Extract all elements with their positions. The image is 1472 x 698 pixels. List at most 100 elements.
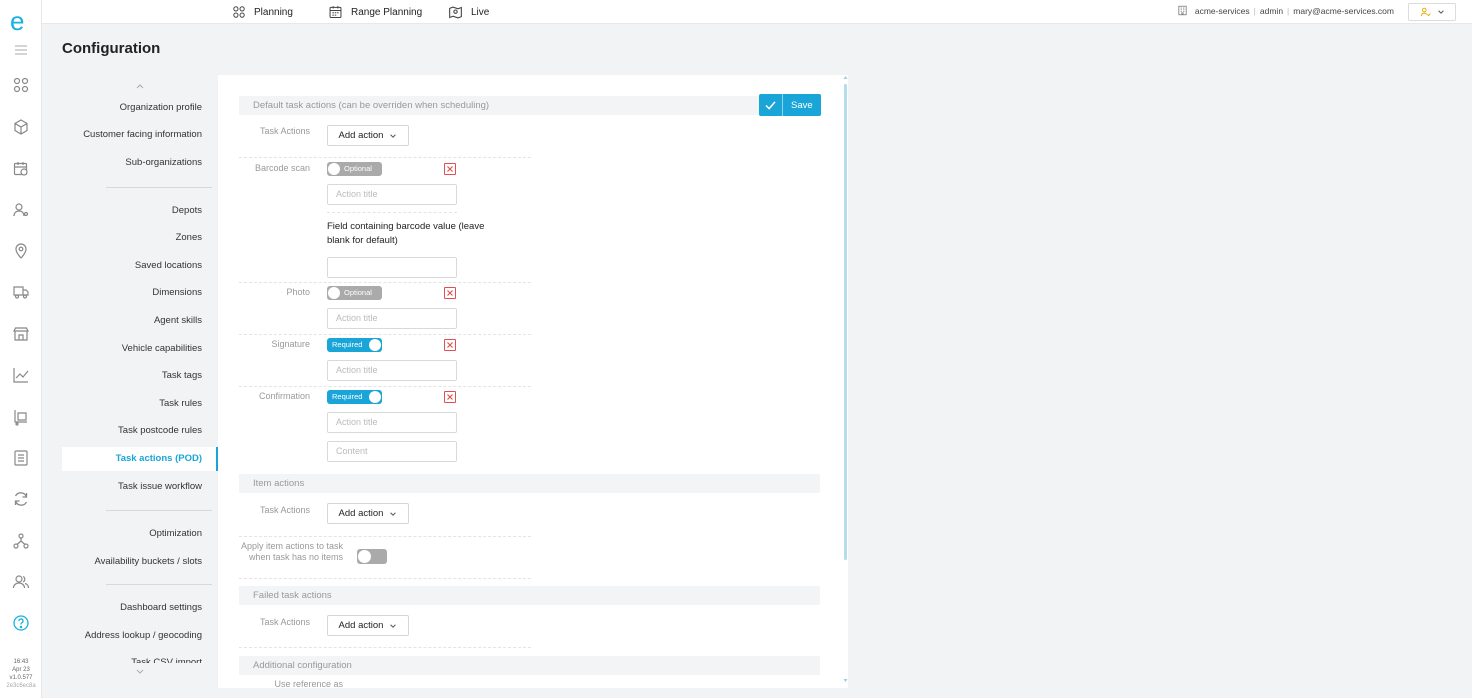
confirmation-content-input[interactable]: Content (327, 441, 457, 462)
toggle-knob (358, 550, 371, 563)
chevron-down-icon (1437, 10, 1444, 14)
nav-range-planning-label: Range Planning (351, 6, 423, 18)
store-icon[interactable] (12, 325, 30, 343)
chevron-down-icon (390, 511, 397, 516)
confirmation-required-toggle[interactable]: Required (327, 390, 382, 404)
user-menu-button[interactable] (1408, 3, 1456, 21)
network-hierarchy-icon[interactable] (12, 532, 30, 550)
remove-photo-button[interactable] (444, 287, 456, 299)
menu-item-task-tags[interactable]: Task tags (162, 370, 202, 381)
toggle-state-label: Required (332, 392, 363, 401)
help-icon[interactable] (12, 614, 30, 632)
scrollbar-thumb[interactable] (844, 84, 847, 560)
menu-item-address-lookup-geocoding[interactable]: Address lookup / geocoding (85, 630, 202, 641)
row-divider (239, 157, 531, 158)
nav-planning[interactable]: Planning (232, 0, 293, 24)
menu-item-zones[interactable]: Zones (176, 232, 202, 243)
menu-item-organization-profile[interactable]: Organization profile (120, 102, 202, 113)
sync-icon[interactable] (12, 490, 30, 508)
delivery-truck-icon[interactable] (12, 283, 30, 301)
nav-range-planning[interactable]: Range Planning (328, 0, 422, 24)
remove-confirmation-button[interactable] (444, 391, 456, 403)
toggle-state-label: Required (332, 340, 363, 349)
version-date: Apr 23 (12, 667, 30, 673)
menu-item-saved-locations[interactable]: Saved locations (135, 260, 202, 271)
failed-task-actions-label: Task Actions (259, 617, 310, 627)
chevron-up-icon[interactable] (135, 82, 145, 90)
menu-item-task-issue-workflow[interactable]: Task issue workflow (118, 481, 202, 492)
save-button[interactable]: Save (759, 94, 821, 116)
add-action-dropdown[interactable]: Add action (327, 125, 409, 146)
toggle-state-label: Optional (344, 288, 372, 297)
user-role: admin (1259, 5, 1284, 16)
apply-item-actions-toggle[interactable] (357, 549, 387, 564)
menu-item-task-postcode-rules[interactable]: Task postcode rules (118, 425, 202, 436)
remove-barcode-scan-button[interactable] (444, 163, 456, 175)
cart-icon[interactable] (12, 408, 30, 426)
location-pin-icon[interactable] (12, 242, 30, 260)
nav-live[interactable]: Live (448, 0, 489, 24)
chevron-down-icon (390, 133, 397, 138)
section-header-failed-task-actions: Failed task actions (239, 586, 820, 605)
scroll-up-arrow-icon[interactable] (843, 75, 848, 80)
toggle-knob (369, 339, 381, 351)
hamburger-menu-icon[interactable] (12, 41, 30, 59)
menu-item-availability-buckets-slots[interactable]: Availability buckets / slots (94, 556, 202, 567)
signature-required-toggle[interactable]: Required (327, 338, 382, 352)
panel-scrollbar[interactable] (843, 75, 848, 688)
section-header-additional-configuration: Additional configuration (239, 656, 820, 675)
failed-add-action-dropdown[interactable]: Add action (327, 615, 409, 636)
agents-route-icon[interactable] (12, 201, 30, 219)
app-logo[interactable]: e (10, 6, 24, 37)
barcode-field-input[interactable] (327, 257, 457, 278)
menu-item-optimization[interactable]: Optimization (149, 528, 202, 539)
menu-item-dimensions[interactable]: Dimensions (152, 287, 202, 298)
menu-item-task-actions-pod[interactable]: Task actions (POD) (116, 453, 202, 464)
package-icon[interactable] (12, 118, 30, 136)
add-action-label: Add action (338, 620, 384, 631)
task-actions-label: Task Actions (259, 126, 310, 136)
use-reference-label: Use reference as (274, 679, 343, 688)
menu-item-customer-facing-information[interactable]: Customer facing information (83, 129, 202, 140)
barcode-scan-optional-toggle[interactable]: Optional (327, 162, 382, 176)
confirmation-action-title-input[interactable]: Action title (327, 412, 457, 433)
signature-action-title-input[interactable]: Action title (327, 360, 457, 381)
menu-divider (106, 510, 212, 511)
photo-action-title-input[interactable]: Action title (327, 308, 457, 329)
scroll-down-arrow-icon[interactable] (843, 678, 848, 683)
calendar-icon (329, 6, 342, 18)
menu-item-sub-organizations[interactable]: Sub-organizations (125, 157, 202, 168)
user-email: mary@acme-services.com (1293, 5, 1394, 16)
app-rail: e 16:43 Apr 23 v1.0.577 2e3c6ec8a (0, 0, 42, 698)
photo-optional-toggle[interactable]: Optional (327, 286, 382, 300)
version-time: 16:43 (13, 659, 29, 665)
row-divider (327, 212, 457, 213)
barcode-scan-action-title-input[interactable]: Action title (327, 184, 457, 205)
user-switch-icon (1420, 7, 1431, 16)
menu-item-agent-skills[interactable]: Agent skills (154, 315, 202, 326)
menu-divider (106, 187, 212, 188)
users-icon[interactable] (12, 573, 30, 591)
menu-item-dashboard-settings[interactable]: Dashboard settings (120, 602, 202, 613)
chevron-down-icon[interactable] (135, 668, 145, 676)
menu-item-task-rules[interactable]: Task rules (159, 398, 202, 409)
schedule-calendar-icon[interactable] (12, 160, 30, 178)
user-org: acme-services (1194, 5, 1250, 16)
planning-icon[interactable] (12, 76, 30, 94)
menu-item-depots[interactable]: Depots (172, 205, 202, 216)
barcode-scan-label: Barcode scan (254, 163, 310, 173)
add-action-label: Add action (338, 508, 384, 519)
signature-label: Signature (271, 339, 310, 349)
analytics-chart-icon[interactable] (12, 366, 30, 384)
close-icon (447, 394, 453, 400)
apply-item-actions-label: Apply item actions to task when task has… (240, 541, 343, 562)
item-add-action-dropdown[interactable]: Add action (327, 503, 409, 524)
menu-item-task-csv-import[interactable]: Task CSV import (131, 657, 202, 663)
report-list-icon[interactable] (12, 449, 30, 467)
row-divider (239, 282, 531, 283)
menu-item-vehicle-capabilities[interactable]: Vehicle capabilities (122, 343, 202, 354)
config-menu: Organization profile Customer facing inf… (62, 76, 218, 688)
toggle-knob (328, 163, 340, 175)
remove-signature-button[interactable] (444, 339, 456, 351)
version-hash: 2e3c6ec8a (6, 683, 36, 689)
